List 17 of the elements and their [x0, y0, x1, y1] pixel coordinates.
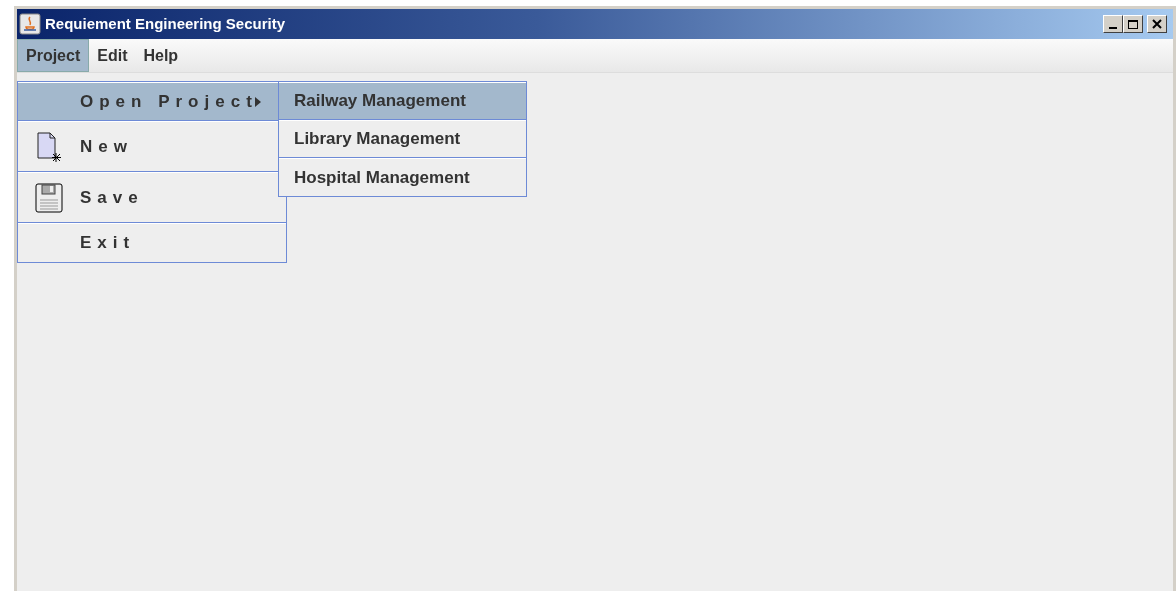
new-file-icon: [36, 131, 62, 162]
app-icon: [19, 13, 41, 35]
maximize-button[interactable]: [1123, 15, 1143, 33]
minimize-button[interactable]: [1103, 15, 1123, 33]
menu-bar-item[interactable]: Help: [135, 39, 187, 72]
window-title: Requiement Engineering Security: [45, 13, 286, 34]
submenu-item[interactable]: Library Management: [279, 120, 526, 158]
submenu-item[interactable]: Railway Management: [279, 82, 526, 120]
submenu-arrow-icon: [253, 95, 262, 108]
menu-bar-item[interactable]: Edit: [89, 39, 136, 72]
close-button[interactable]: [1147, 15, 1167, 33]
minimize-icon: [1109, 27, 1117, 29]
menu-bar-item[interactable]: Project: [17, 39, 90, 72]
menu-item[interactable]: Save: [18, 172, 286, 223]
close-icon: [1152, 19, 1162, 29]
maximize-icon: [1127, 18, 1139, 30]
save-icon: [35, 182, 63, 213]
